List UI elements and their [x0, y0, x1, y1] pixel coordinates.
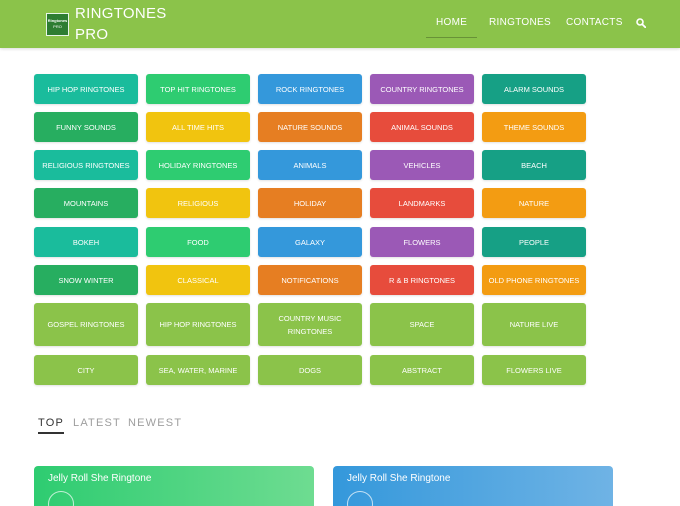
category-button[interactable]: ABSTRACT — [370, 355, 474, 385]
category-button[interactable]: THEME SOUNDS — [482, 112, 586, 142]
category-button[interactable]: DOGS — [258, 355, 362, 385]
category-button[interactable]: GOSPEL RINGTONES — [34, 303, 138, 346]
category-button[interactable]: PEOPLE — [482, 227, 586, 257]
nav-home[interactable]: HOME — [425, 0, 478, 48]
category-button[interactable]: FLOWERS LIVE — [482, 355, 586, 385]
category-button[interactable]: RELIGIOUS — [146, 188, 250, 218]
tab-top[interactable]: TOP — [38, 417, 65, 434]
category-button[interactable]: SNOW WINTER — [34, 265, 138, 295]
site-header: Ringtones PRO RINGTONES PRO HOME RINGTON… — [0, 0, 680, 48]
nav-ringtones[interactable]: RINGTONES — [489, 0, 551, 48]
category-button[interactable]: CITY — [34, 355, 138, 385]
category-button[interactable]: COUNTRY RINGTONES — [370, 74, 474, 104]
category-button[interactable]: NATURE LIVE — [482, 303, 586, 346]
site-title[interactable]: RINGTONES PRO — [75, 3, 175, 45]
category-button[interactable]: CLASSICAL — [146, 265, 250, 295]
category-button[interactable]: SPACE — [370, 303, 474, 346]
category-button[interactable]: ANIMALS — [258, 150, 362, 180]
category-button[interactable]: RELIGIOUS RINGTONES — [34, 150, 138, 180]
category-button[interactable]: FOOD — [146, 227, 250, 257]
ringtone-card[interactable]: Jelly Roll She Ringtone — [34, 466, 314, 506]
category-button[interactable]: VEHICLES — [370, 150, 474, 180]
category-button[interactable]: COUNTRY MUSIC RINGTONES — [258, 303, 362, 346]
category-button[interactable]: HOLIDAY RINGTONES — [146, 150, 250, 180]
nav-contacts[interactable]: CONTACTS — [566, 0, 623, 48]
category-button[interactable]: ALL TIME HITS — [146, 112, 250, 142]
category-button[interactable]: GALAXY — [258, 227, 362, 257]
tab-newest[interactable]: NEWEST — [128, 417, 182, 429]
site-logo[interactable]: Ringtones PRO — [46, 13, 69, 36]
category-button[interactable]: HIP HOP RINGTONES — [34, 74, 138, 104]
category-button[interactable]: LANDMARKS — [370, 188, 474, 218]
ringtone-card-title[interactable]: Jelly Roll She Ringtone — [347, 473, 450, 484]
ringtone-card[interactable]: Jelly Roll She Ringtone — [333, 466, 613, 506]
category-button[interactable]: ALARM SOUNDS — [482, 74, 586, 104]
logo-subtext: PRO — [53, 24, 62, 29]
category-button[interactable]: SEA, WATER, MARINE — [146, 355, 250, 385]
category-button[interactable]: OLD PHONE RINGTONES — [482, 265, 586, 295]
category-button[interactable]: BEACH — [482, 150, 586, 180]
category-button[interactable]: NATURE — [482, 188, 586, 218]
search-icon[interactable] — [636, 18, 646, 28]
tab-latest[interactable]: LATEST — [73, 417, 121, 429]
category-button[interactable]: R & B RINGTONES — [370, 265, 474, 295]
ringtone-card-title[interactable]: Jelly Roll She Ringtone — [48, 473, 151, 484]
category-button[interactable]: ANIMAL SOUNDS — [370, 112, 474, 142]
category-button[interactable]: HOLIDAY — [258, 188, 362, 218]
category-button[interactable]: FLOWERS — [370, 227, 474, 257]
category-button[interactable]: TOP HIT RINGTONES — [146, 74, 250, 104]
category-button[interactable]: FUNNY SOUNDS — [34, 112, 138, 142]
category-button[interactable]: BOKEH — [34, 227, 138, 257]
category-button[interactable]: NATURE SOUNDS — [258, 112, 362, 142]
category-button[interactable]: HIP HOP RINGTONES — [146, 303, 250, 346]
category-button[interactable]: MOUNTAINS — [34, 188, 138, 218]
category-button[interactable]: ROCK RINGTONES — [258, 74, 362, 104]
category-button[interactable]: NOTIFICATIONS — [258, 265, 362, 295]
